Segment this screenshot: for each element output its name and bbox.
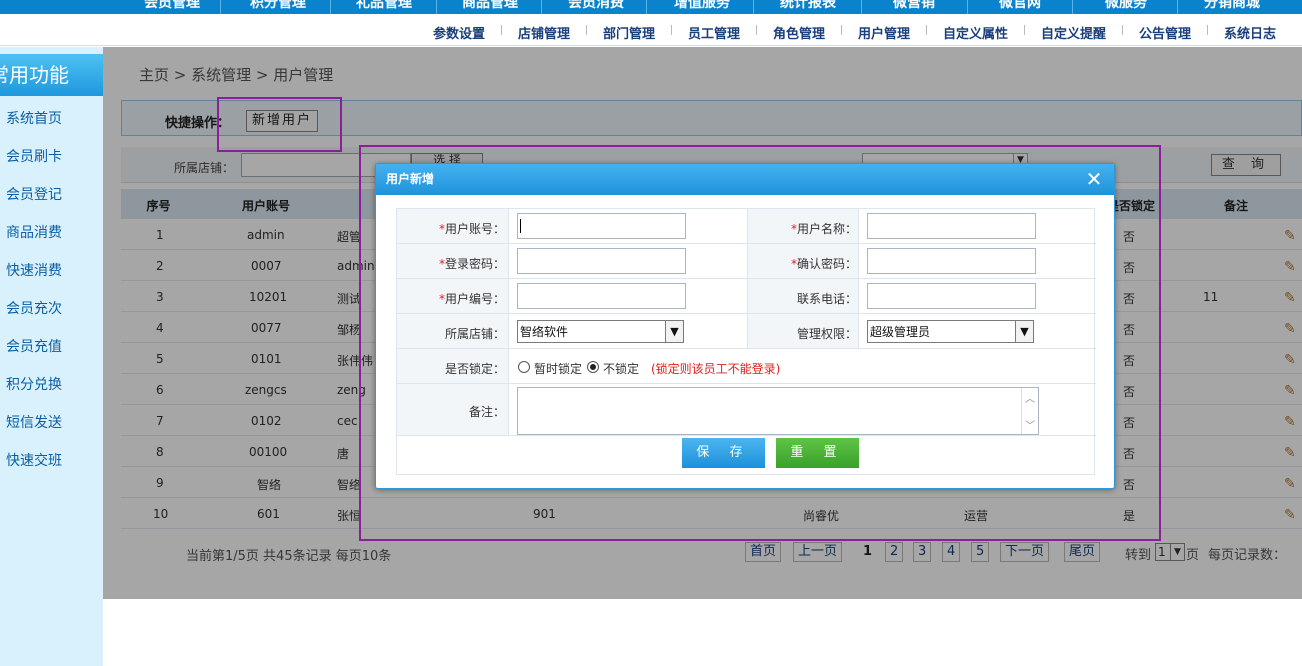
form-row: *用户账号： *用户名称：	[397, 209, 1096, 244]
top-nav-item[interactable]: 增值服务	[647, 0, 757, 11]
top-nav-item[interactable]: 分销商城	[1177, 0, 1287, 11]
reset-button[interactable]: 重 置	[776, 438, 859, 468]
sidebar-item-goods[interactable]: 商品消费	[6, 222, 62, 242]
sub-nav-stores[interactable]: 店铺管理	[518, 23, 570, 42]
role-select[interactable]: 超级管理员 ▼	[867, 320, 1034, 343]
sidebar-item-recharge[interactable]: 会员充值	[6, 336, 62, 356]
confirm-password-label: *确认密码：	[790, 257, 857, 271]
top-nav-item[interactable]: 微营销	[859, 0, 969, 11]
sidebar-item-points[interactable]: 积分兑换	[6, 374, 62, 394]
form-row: 所属店铺： 智络软件 ▼ 管理权限： 超级管理员 ▼	[397, 314, 1096, 349]
form-row: 备注： ︿ ﹀	[397, 384, 1096, 436]
lock-temp-label: 暂时锁定	[534, 362, 583, 376]
phone-input[interactable]	[867, 283, 1036, 309]
sub-nav-notices[interactable]: 公告管理	[1139, 23, 1191, 42]
top-nav: 会员管理 积分管理 礼品管理 商品管理 会员消费 增值服务 统计报表 微营销 微…	[0, 0, 1302, 14]
form-row: *登录密码： *确认密码：	[397, 244, 1096, 279]
store-select[interactable]: 智络软件 ▼	[517, 320, 684, 343]
form-row: 是否锁定： 暂时锁定 不锁定 (锁定则该员工不能登录)	[397, 349, 1096, 384]
password-label: *登录密码：	[438, 257, 505, 271]
top-nav-item[interactable]: 微服务	[1071, 0, 1181, 11]
no-lock-label: 不锁定	[603, 362, 640, 376]
store-select-value: 智络软件	[520, 325, 569, 339]
top-nav-item[interactable]: 会员管理	[117, 0, 227, 11]
note-label: 备注：	[468, 405, 505, 419]
sub-nav-roles[interactable]: 角色管理	[773, 23, 825, 42]
account-input[interactable]	[517, 213, 686, 239]
save-button[interactable]: 保 存	[682, 438, 765, 468]
sub-nav-departments[interactable]: 部门管理	[603, 23, 655, 42]
sidebar-item-sms[interactable]: 短信发送	[6, 412, 62, 432]
sub-nav-custom-reminders[interactable]: 自定义提醒	[1041, 23, 1106, 42]
textarea-scrollbar[interactable]: ︿ ﹀	[1021, 388, 1038, 434]
sidebar-title: 常用功能	[0, 54, 103, 96]
form-row: *用户编号： 联系电话：	[397, 279, 1096, 314]
sidebar-item-quick-consume[interactable]: 快速消费	[6, 260, 62, 280]
role-select-value: 超级管理员	[870, 325, 931, 339]
close-icon[interactable]: ✕	[1084, 169, 1104, 189]
top-nav-item[interactable]: 积分管理	[223, 0, 333, 11]
dialog-title: 用户新增	[376, 164, 1114, 195]
sidebar-item-register[interactable]: 会员登记	[6, 184, 62, 204]
sub-nav: 参数设置 店铺管理 部门管理 员工管理 角色管理 用户管理 自定义属性 自定义提…	[0, 14, 1302, 46]
lock-hint: (锁定则该员工不能登录)	[651, 362, 781, 376]
chevron-down-icon: ▼	[1015, 321, 1033, 342]
phone-label: 联系电话：	[796, 292, 857, 306]
sidebar: 常用功能 系统首页 会员刷卡 会员登记 商品消费 快速消费 会员充次 会员充值 …	[0, 47, 103, 666]
role-label: 管理权限：	[796, 327, 857, 341]
account-label: *用户账号：	[438, 222, 505, 236]
user-code-input[interactable]	[517, 283, 686, 309]
confirm-password-input[interactable]	[867, 248, 1036, 274]
sub-nav-custom-attrs[interactable]: 自定义属性	[943, 23, 1008, 42]
sub-nav-logs[interactable]: 系统日志	[1224, 23, 1276, 42]
top-nav-item[interactable]: 商品管理	[435, 0, 545, 11]
lock-label: 是否锁定：	[444, 362, 505, 376]
sidebar-item-home[interactable]: 系统首页	[6, 108, 62, 128]
sidebar-item-shift[interactable]: 快速交班	[6, 450, 62, 470]
username-input[interactable]	[867, 213, 1036, 239]
sidebar-item-recharge-times[interactable]: 会员充次	[6, 298, 62, 318]
top-nav-item[interactable]: 礼品管理	[329, 0, 439, 11]
highlight-box-add-user	[217, 97, 342, 152]
password-input[interactable]	[517, 248, 686, 274]
top-nav-item[interactable]: 统计报表	[753, 0, 863, 11]
chevron-down-icon: ▼	[665, 321, 683, 342]
sub-nav-staff[interactable]: 员工管理	[688, 23, 740, 42]
user-code-label: *用户编号：	[438, 292, 505, 306]
lock-temp-radio[interactable]	[518, 361, 530, 373]
no-lock-radio[interactable]	[587, 361, 599, 373]
sidebar-item-card-swipe[interactable]: 会员刷卡	[6, 146, 62, 166]
note-textarea[interactable]: ︿ ﹀	[517, 387, 1039, 435]
username-label: *用户名称：	[790, 222, 857, 236]
add-user-dialog: 用户新增 ✕ *用户账号： *用户名称： *登录密码： *确认密码： *用户编号…	[375, 163, 1115, 489]
sub-nav-users[interactable]: 用户管理	[858, 23, 910, 42]
sub-nav-params[interactable]: 参数设置	[433, 23, 485, 42]
top-nav-item[interactable]: 会员消费	[541, 0, 651, 11]
add-user-form: *用户账号： *用户名称： *登录密码： *确认密码： *用户编号： 联系电话：…	[396, 208, 1096, 475]
top-nav-item[interactable]: 微官网	[965, 0, 1075, 11]
store-label: 所属店铺：	[444, 327, 505, 341]
